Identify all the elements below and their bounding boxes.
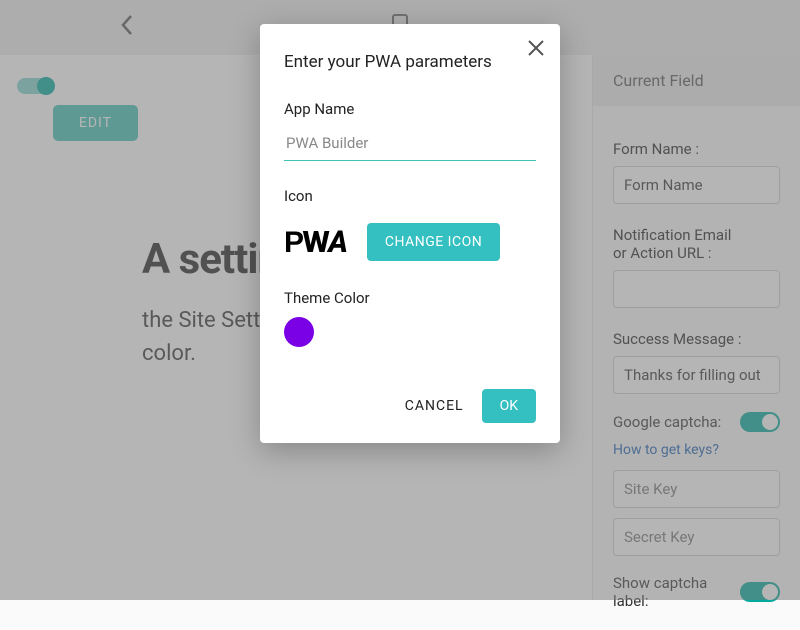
theme-color-swatch[interactable] <box>284 317 314 347</box>
app-name-input[interactable] <box>284 128 536 161</box>
theme-color-label: Theme Color <box>284 289 536 307</box>
pwa-parameters-modal: Enter your PWA parameters App Name Icon … <box>260 24 560 443</box>
modal-title: Enter your PWA parameters <box>284 52 536 72</box>
icon-label: Icon <box>284 187 536 205</box>
close-icon[interactable] <box>526 38 546 62</box>
app-name-label: App Name <box>284 100 536 118</box>
ok-button[interactable]: OK <box>482 389 536 423</box>
pwa-logo-icon: PWA <box>284 225 347 260</box>
change-icon-button[interactable]: CHANGE ICON <box>367 223 500 261</box>
cancel-button[interactable]: CANCEL <box>405 398 464 414</box>
